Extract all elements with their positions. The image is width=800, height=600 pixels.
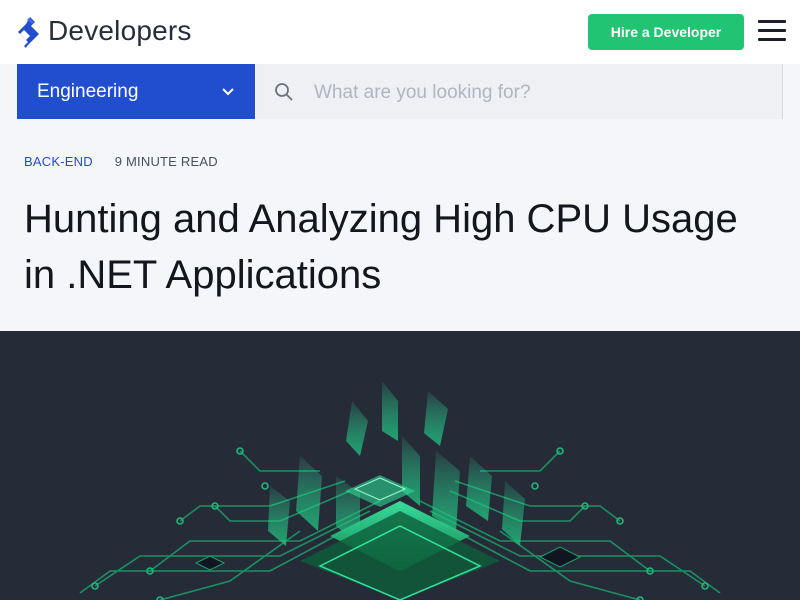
article-meta: BACK-END 9 MINUTE READ	[24, 154, 218, 169]
hamburger-menu-icon[interactable]	[758, 20, 786, 44]
article-title: Hunting and Analyzing High CPU Usage in …	[24, 197, 738, 297]
category-label: Engineering	[37, 81, 139, 102]
hero-image	[0, 331, 800, 600]
article-category-link[interactable]: BACK-END	[24, 154, 93, 169]
brand-name[interactable]: Developers	[48, 15, 192, 47]
category-dropdown[interactable]: Engineering	[17, 64, 255, 119]
read-time: 9 MINUTE READ	[114, 154, 218, 169]
top-header: Developers Hire a Developer	[0, 0, 800, 65]
search-input[interactable]	[312, 76, 756, 110]
chevron-down-icon	[222, 88, 234, 96]
hire-developer-button[interactable]: Hire a Developer	[588, 14, 744, 50]
search-icon	[275, 83, 293, 101]
cpu-circuit-illustration	[79, 381, 721, 600]
article-header: BACK-END 9 MINUTE READ Hunting and Analyz…	[0, 119, 800, 331]
search-box	[256, 64, 783, 119]
category-search-bar: Engineering	[0, 64, 800, 119]
toptal-logo-icon[interactable]	[14, 16, 44, 50]
